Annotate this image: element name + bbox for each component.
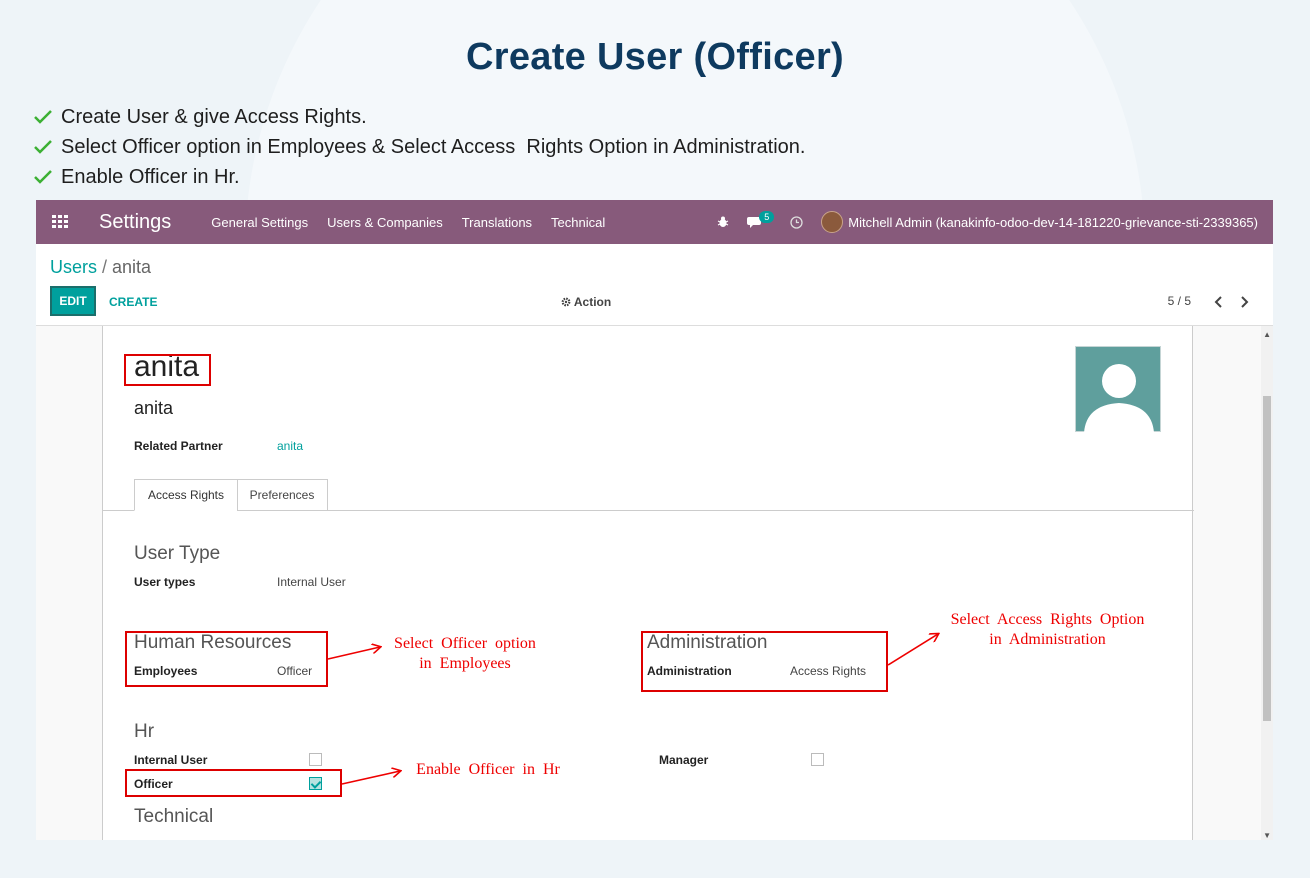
annotation-text: in Employees <box>419 655 511 672</box>
avatar[interactable] <box>821 211 844 233</box>
gear-icon <box>561 297 571 307</box>
clock-icon[interactable] <box>790 215 803 229</box>
message-count-badge: 5 <box>759 211 775 223</box>
bug-icon[interactable] <box>717 216 729 228</box>
scrollbar-thumb[interactable] <box>1263 396 1271 721</box>
slide-title: Create User (Officer) <box>466 36 844 78</box>
related-partner-link[interactable]: anita <box>277 439 303 453</box>
form-sheet: anita anita Related Partner anita Access… <box>102 326 1194 840</box>
internal-user-checkbox[interactable] <box>309 753 322 766</box>
annotation-box-administration <box>641 631 888 692</box>
check-icon <box>34 140 52 154</box>
bullet-item: Enable Officer in Hr. <box>32 162 805 192</box>
annotation-box-employees <box>125 631 328 687</box>
annotation-note-employees: Select Officer option in Employees <box>380 634 550 674</box>
apps-grid-icon[interactable] <box>36 215 84 229</box>
annotation-box-name <box>124 354 211 386</box>
bullet-item: Select Officer option in Employees & Sel… <box>32 132 805 162</box>
bullet-text: Enable Officer in Hr. <box>61 165 240 188</box>
action-menu[interactable]: Action <box>561 295 611 309</box>
bullet-item: Create User & give Access Rights. <box>32 102 805 132</box>
internal-user-label: Internal User <box>134 753 208 767</box>
navbar-systray: 5 Mitchell Admin (kanakinfo-odoo-dev-14-… <box>717 200 1258 244</box>
scrollbar[interactable]: ▲ ▼ <box>1261 326 1273 840</box>
annotation-text: Select Access Rights Option <box>950 611 1145 628</box>
menu-users-companies[interactable]: Users & Companies <box>327 215 443 230</box>
form-content: anita anita Related Partner anita Access… <box>36 326 1273 840</box>
annotation-note-administration: Select Access Rights Option in Administr… <box>940 610 1155 650</box>
related-partner-label: Related Partner <box>134 439 223 453</box>
check-icon <box>34 170 52 184</box>
scroll-up-arrow[interactable]: ▲ <box>1263 330 1271 339</box>
annotation-box-officer <box>125 769 342 797</box>
breadcrumb-users-link[interactable]: Users <box>50 257 97 277</box>
control-panel: Users / anita <box>36 244 1273 326</box>
user-photo[interactable] <box>1075 346 1161 433</box>
manager-checkbox[interactable] <box>811 753 824 766</box>
user-login: anita <box>134 398 174 418</box>
action-label: Action <box>573 295 612 309</box>
chevron-left-icon[interactable] <box>1214 296 1223 308</box>
user-silhouette-icon <box>1084 364 1154 433</box>
top-menu: General Settings Users & Companies Trans… <box>211 215 605 230</box>
menu-technical[interactable]: Technical <box>551 215 605 230</box>
user-types-label: User types <box>134 575 196 589</box>
bullet-text: Select Officer option in Employees & Sel… <box>61 135 806 158</box>
tab-preferences[interactable]: Preferences <box>237 479 328 511</box>
pager-value[interactable]: 5 / 5 <box>1168 294 1191 308</box>
breadcrumb: Users / anita <box>50 257 151 278</box>
annotation-text: Enable Officer in Hr <box>416 761 560 778</box>
annotation-note-hr: Enable Officer in Hr <box>408 760 568 780</box>
breadcrumb-current: anita <box>112 257 152 277</box>
app-title[interactable]: Settings <box>99 211 171 234</box>
hr-title: Hr <box>134 721 155 742</box>
annotation-text: in Administration <box>989 631 1106 648</box>
create-button[interactable]: CREATE <box>109 295 157 309</box>
odoo-app-window: Settings General Settings Users & Compan… <box>36 200 1273 840</box>
user-menu[interactable]: Mitchell Admin (kanakinfo-odoo-dev-14-18… <box>848 215 1258 230</box>
edit-button[interactable]: EDIT <box>50 286 96 316</box>
scroll-down-arrow[interactable]: ▼ <box>1263 831 1271 840</box>
annotation-text: Select Officer option <box>394 635 536 652</box>
chevron-right-icon[interactable] <box>1240 296 1249 308</box>
manager-label: Manager <box>659 753 709 767</box>
bullet-text: Create User & give Access Rights. <box>61 105 367 128</box>
check-icon <box>34 110 52 124</box>
user-types-value[interactable]: Internal User <box>277 575 346 589</box>
menu-general-settings[interactable]: General Settings <box>211 215 308 230</box>
breadcrumb-separator: / <box>102 257 108 277</box>
user-type-title: User Type <box>134 543 221 564</box>
menu-translations[interactable]: Translations <box>462 215 532 230</box>
technical-title: Technical <box>134 806 214 827</box>
bullet-list: Create User & give Access Rights. Select… <box>32 102 805 192</box>
tab-access-rights[interactable]: Access Rights <box>134 479 238 511</box>
top-navbar: Settings General Settings Users & Compan… <box>36 200 1273 244</box>
